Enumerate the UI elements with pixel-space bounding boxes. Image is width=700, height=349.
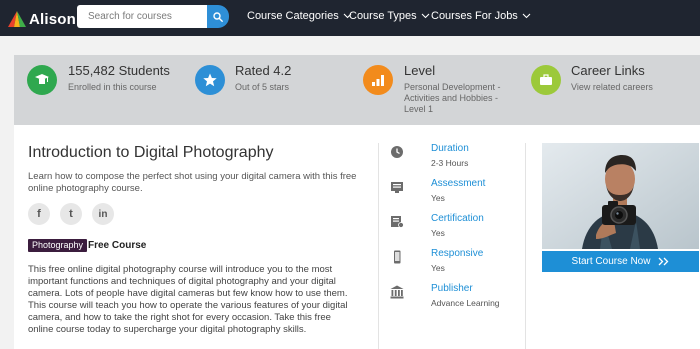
stat-subtitle: Out of 5 stars [235,82,290,92]
course-panel: Introduction to Digital Photography Lear… [14,125,700,349]
course-summary: Learn how to compose the perfect shot us… [28,171,357,194]
stat-title: Level [404,63,436,78]
search-input[interactable] [77,5,208,28]
alison-logo[interactable]: Alison [8,9,76,29]
stat-students: 155,482 Students Enrolled in this course [27,55,187,125]
twitter-icon: t [69,208,73,220]
stat-subtitle: View related careers [571,82,653,92]
menu-label: Course Categories [247,10,339,22]
institution-icon [390,285,404,299]
category-tag[interactable]: Photography [28,239,88,252]
star-icon [195,65,225,95]
course-image [542,143,699,249]
divider [525,143,526,349]
detail-label[interactable]: Assessment [431,178,485,189]
menu-courses-for-jobs[interactable]: Courses For Jobs [431,10,531,22]
course-description: This free online digital photography cou… [28,264,348,335]
assessment-icon [391,182,403,193]
stat-title: Career Links [571,63,645,78]
detail-label[interactable]: Publisher [431,283,473,294]
alison-logo-icon [8,11,26,27]
twitter-share-button[interactable]: t [60,203,82,225]
search-button[interactable] [207,5,229,28]
stat-title: Rated 4.2 [235,63,292,78]
linkedin-share-button[interactable]: in [92,203,114,225]
detail-label[interactable]: Duration [431,143,469,154]
graduate-icon [27,65,57,95]
start-course-label: Start Course Now [571,256,651,267]
stat-subtitle: Personal Development - Activities and Ho… [404,82,501,114]
course-stats-bar: 155,482 Students Enrolled in this course… [14,55,700,125]
clock-icon [391,146,403,158]
double-chevron-right-icon [658,257,669,266]
stat-career-links[interactable]: Career Links View related careers [531,55,691,125]
menu-label: Course Types [349,10,417,22]
detail-value: Yes [431,228,445,238]
mobile-icon [394,250,401,264]
bar-chart-icon [363,65,393,95]
stat-title: 155,482 Students [68,63,170,78]
briefcase-icon [531,65,561,95]
detail-value: Advance Learning [431,298,500,308]
menu-label: Courses For Jobs [431,10,518,22]
search-bar [77,5,229,28]
chevron-down-icon [421,13,430,19]
detail-value: Yes [431,263,445,273]
chevron-down-icon [522,13,531,19]
detail-label[interactable]: Responsive [431,248,483,259]
certificate-icon [391,216,404,228]
linkedin-icon: in [98,208,108,220]
detail-value: Yes [431,193,445,203]
start-course-button[interactable]: Start Course Now [542,251,699,272]
divider [378,143,379,349]
facebook-share-button[interactable]: f [28,203,50,225]
menu-course-types[interactable]: Course Types [349,10,430,22]
detail-label[interactable]: Certification [431,213,484,224]
stat-subtitle: Enrolled in this course [68,82,157,92]
page-title: Introduction to Digital Photography [28,144,274,161]
photographer-illustration [542,143,699,249]
menu-course-categories[interactable]: Course Categories [247,10,352,22]
logo-text: Alison [29,10,77,28]
top-nav: Alison Course Categories Course Types Co… [0,0,700,36]
stat-rating: Rated 4.2 Out of 5 stars [195,55,355,125]
detail-value: 2-3 Hours [431,158,469,168]
facebook-icon: f [37,208,41,220]
search-icon [213,11,223,22]
course-type: Free Course [88,240,147,251]
stat-level: Level Personal Development - Activities … [363,55,523,125]
